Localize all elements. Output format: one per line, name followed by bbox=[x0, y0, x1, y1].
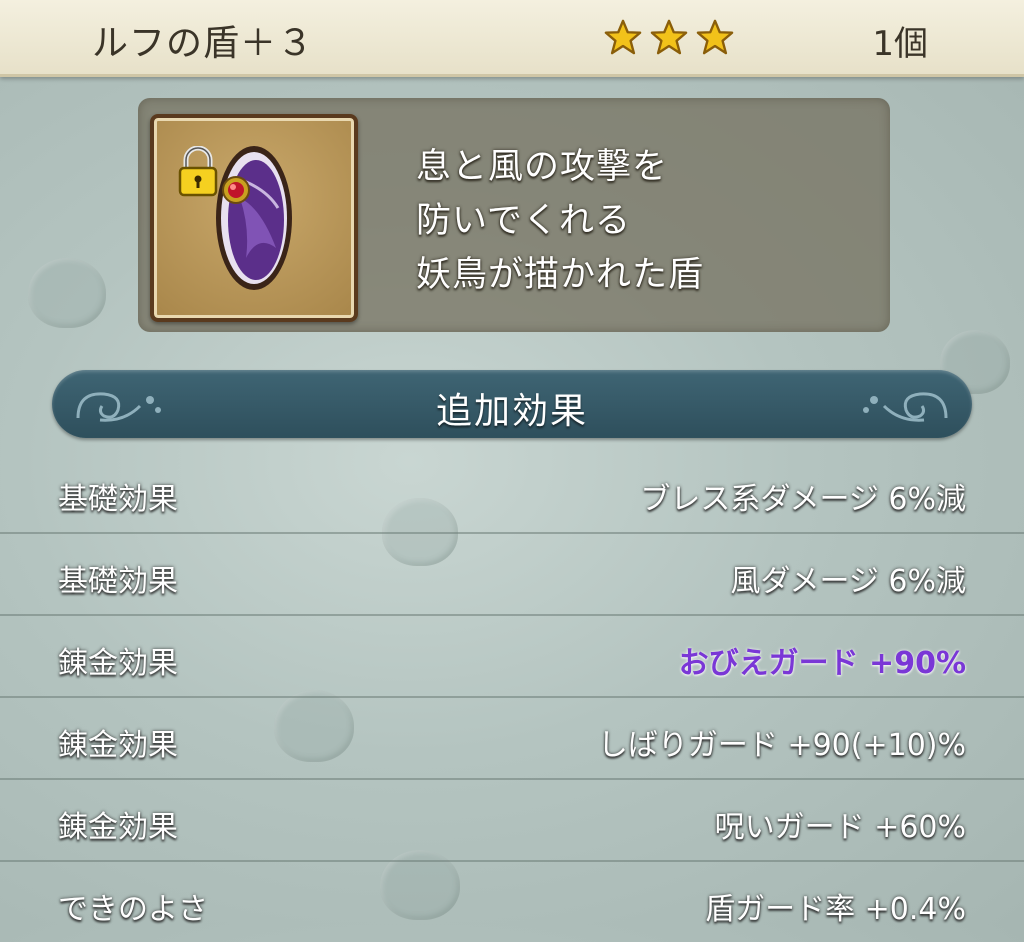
description-line: 防いでくれる bbox=[416, 201, 631, 241]
item-description: 息と風の攻撃を 防いでくれる 妖鳥が描かれた盾 bbox=[416, 140, 704, 302]
effect-label: 錬金効果 bbox=[58, 646, 178, 681]
ornament-icon bbox=[863, 392, 948, 422]
item-count: 1個 bbox=[872, 24, 928, 64]
item-name: ルフの盾＋３ bbox=[92, 23, 315, 64]
effect-label: 基礎効果 bbox=[58, 482, 178, 517]
background-decoration bbox=[28, 258, 106, 328]
description-line: 息と風の攻撃を bbox=[416, 147, 669, 187]
effect-row: 錬金効果 しばりガード +90(+10)% bbox=[0, 698, 1024, 780]
effect-label: できのよさ bbox=[58, 892, 208, 927]
description-line: 妖鳥が描かれた盾 bbox=[416, 255, 705, 295]
effect-value: 盾ガード率 +0.4% bbox=[705, 892, 966, 927]
effect-value: 風ダメージ 6%減 bbox=[730, 564, 966, 599]
effect-value-highlighted: おびえガード +90% bbox=[678, 646, 966, 681]
effect-row: できのよさ 盾ガード率 +0.4% bbox=[0, 862, 1024, 942]
effect-row: 基礎効果 ブレス系ダメージ 6%減 bbox=[0, 452, 1024, 534]
star-icon bbox=[650, 19, 688, 55]
star-icon bbox=[696, 19, 734, 55]
effect-label: 基礎効果 bbox=[58, 564, 178, 599]
effects-section-banner: 追加効果 bbox=[52, 370, 972, 438]
section-title: 追加効果 bbox=[435, 391, 588, 432]
lock-icon bbox=[178, 146, 218, 197]
effect-row: 基礎効果 風ダメージ 6%減 bbox=[0, 534, 1024, 616]
effect-value: しばりガード +90(+10)% bbox=[597, 728, 966, 763]
effect-value: 呪いガード +60% bbox=[714, 810, 966, 845]
item-header: ルフの盾＋３ 1個 bbox=[0, 0, 1024, 77]
effect-label: 錬金効果 bbox=[58, 728, 178, 763]
effect-row: 錬金効果 呪いガード +60% bbox=[0, 780, 1024, 862]
effect-value: ブレス系ダメージ 6%減 bbox=[640, 482, 966, 517]
star-icon bbox=[604, 19, 642, 55]
effect-row: 錬金効果 おびえガード +90% bbox=[0, 616, 1024, 698]
effects-list: 基礎効果 ブレス系ダメージ 6%減 基礎効果 風ダメージ 6%減 錬金効果 おび… bbox=[0, 452, 1024, 942]
effect-label: 錬金効果 bbox=[58, 810, 178, 845]
rarity-stars bbox=[604, 18, 734, 56]
